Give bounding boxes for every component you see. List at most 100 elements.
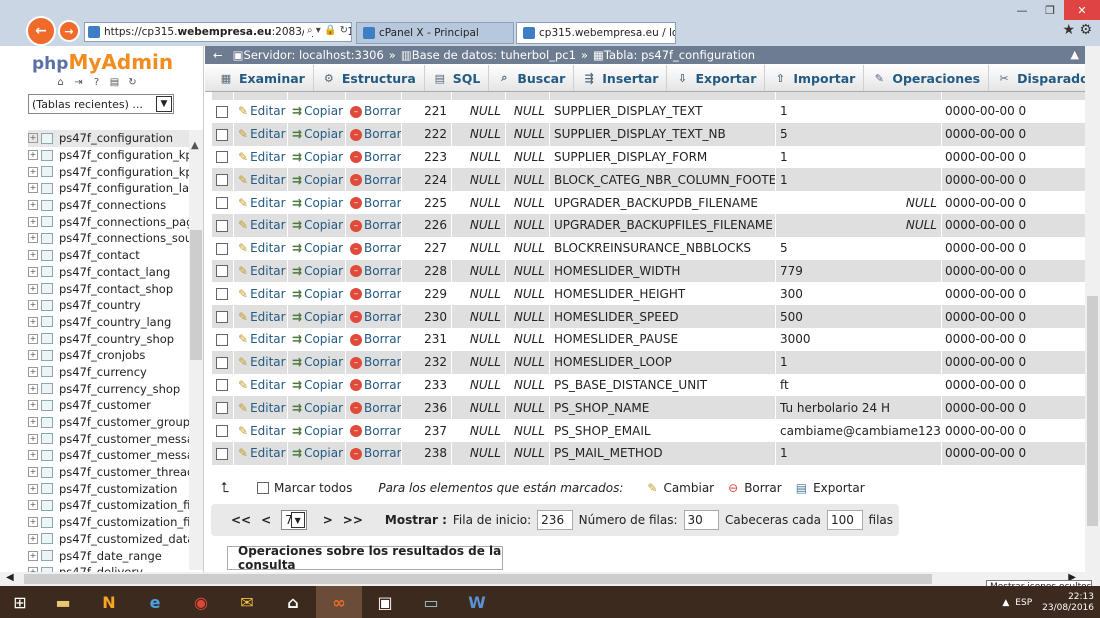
- screenshot-icon[interactable]: ▭: [408, 586, 454, 618]
- cell-date[interactable]: 0000-00-00 0: [941, 373, 1086, 397]
- close-window-button[interactable]: ✕: [1064, 0, 1100, 20]
- expand-icon[interactable]: +: [28, 450, 38, 461]
- cell-date[interactable]: 0000-00-00 0: [941, 213, 1086, 237]
- cell-id[interactable]: 236: [401, 396, 452, 420]
- row-checkbox[interactable]: [216, 402, 228, 415]
- cell-date[interactable]: 0000-00-00 0: [941, 191, 1086, 214]
- row-checkbox[interactable]: [216, 174, 228, 187]
- edit-link[interactable]: ✎ Editar: [233, 122, 288, 146]
- cell-id[interactable]: 226: [401, 213, 452, 237]
- scroll-up-icon[interactable]: ▲: [191, 140, 199, 151]
- cell-value[interactable]: 500: [775, 305, 942, 328]
- tab-phpmyadmin[interactable]: cp315.webempresa.eu / loc... ✕: [516, 22, 676, 44]
- cell-shop[interactable]: NULL: [505, 213, 550, 237]
- copy-link[interactable]: ⇉ Copiar: [287, 350, 346, 374]
- tab-structure[interactable]: ⚙ Estructura: [314, 65, 425, 91]
- cell-name[interactable]: BLOCK_CATEG_NBR_COLUMN_FOOTER: [549, 168, 776, 192]
- page-select[interactable]: 7 ▼: [281, 510, 307, 530]
- sidebar-item-table[interactable]: + ps47f_cronjobs: [28, 347, 192, 364]
- sidebar-item-table[interactable]: + ps47f_connections_sourc: [28, 230, 192, 247]
- minimize-button[interactable]: —: [1008, 0, 1036, 20]
- copy-link[interactable]: ⇉ Copiar: [287, 419, 346, 442]
- row-checkbox[interactable]: [216, 128, 228, 141]
- cell-id[interactable]: 238: [401, 441, 452, 465]
- breadcrumb-database[interactable]: Base de datos: tuherbol_pc1: [412, 48, 576, 62]
- cell-shop[interactable]: NULL: [505, 282, 550, 306]
- cell-date[interactable]: 0000-00-00 0: [941, 327, 1086, 351]
- tab-sql[interactable]: ▤ SQL: [425, 65, 490, 91]
- start-row-input[interactable]: 236: [537, 510, 573, 530]
- edit-link[interactable]: ✎ Editar: [233, 305, 288, 328]
- cell-shop-group[interactable]: NULL: [451, 168, 506, 192]
- sidebar-item-table[interactable]: + ps47f_currency: [28, 364, 192, 381]
- expand-icon[interactable]: +: [28, 183, 38, 194]
- sidebar-item-table[interactable]: + ps47f_customer_message: [28, 430, 192, 447]
- delete-link[interactable]: – Borrar: [345, 259, 402, 283]
- bulk-change-button[interactable]: ✎ Cambiar: [647, 481, 714, 495]
- edit-link[interactable]: ✎ Editar: [233, 168, 288, 192]
- cell-shop[interactable]: NULL: [505, 145, 550, 169]
- row-checkbox[interactable]: [216, 265, 228, 278]
- cell-name[interactable]: PS_SHOP_EMAIL: [549, 419, 776, 442]
- headers-every-input[interactable]: 100: [827, 510, 863, 530]
- cell-id[interactable]: 224: [401, 168, 452, 192]
- cell-value[interactable]: NULL: [775, 213, 942, 237]
- row-checkbox[interactable]: [216, 447, 228, 460]
- cell-value[interactable]: Tu herbolario 24 H: [775, 396, 942, 420]
- row-checkbox[interactable]: [216, 105, 228, 118]
- cell-id[interactable]: 225: [401, 191, 452, 214]
- expand-icon[interactable]: +: [28, 150, 38, 161]
- delete-link[interactable]: – Borrar: [345, 396, 402, 420]
- row-checkbox[interactable]: [216, 288, 228, 301]
- cell-shop-group[interactable]: NULL: [451, 373, 506, 397]
- cell-shop[interactable]: NULL: [505, 122, 550, 146]
- cell-name[interactable]: BLOCKREINSURANCE_NBBLOCKS: [549, 236, 776, 260]
- copy-link[interactable]: ⇉ Copiar: [287, 259, 346, 283]
- tab-import[interactable]: ⇧ Importar: [765, 65, 865, 91]
- scroll-left-icon[interactable]: ◀: [6, 572, 14, 583]
- cell-shop[interactable]: NULL: [505, 419, 550, 442]
- sidebar-item-table[interactable]: + ps47f_country: [28, 297, 192, 314]
- cell-shop[interactable]: NULL: [505, 191, 550, 214]
- expand-icon[interactable]: +: [28, 233, 38, 244]
- edit-link[interactable]: ✎ Editar: [233, 441, 288, 465]
- file-explorer-icon[interactable]: ▬: [40, 586, 86, 618]
- next-page-button[interactable]: >: [323, 513, 333, 527]
- expand-icon[interactable]: +: [28, 500, 38, 511]
- edit-link[interactable]: ✎ Editar: [233, 191, 288, 214]
- cell-value[interactable]: 1: [775, 145, 942, 169]
- sidebar-item-table[interactable]: + ps47f_contact_lang: [28, 264, 192, 281]
- help-icon[interactable]: ?: [90, 76, 103, 89]
- cell-id[interactable]: 228: [401, 259, 452, 283]
- sidebar-item-table[interactable]: + ps47f_configuration: [28, 130, 192, 147]
- expand-icon[interactable]: +: [28, 200, 38, 211]
- cell-date[interactable]: 0000-00-00 0: [941, 100, 1086, 123]
- tab-triggers[interactable]: ✂Disparadores: [989, 65, 1100, 91]
- cell-shop-group[interactable]: NULL: [451, 100, 506, 123]
- tab-export[interactable]: ⇩ Exportar: [667, 65, 766, 91]
- internet-explorer-icon[interactable]: e: [132, 586, 178, 618]
- sidebar-item-table[interactable]: + ps47f_country_lang: [28, 314, 192, 331]
- expand-icon[interactable]: +: [28, 550, 38, 561]
- row-checkbox[interactable]: [216, 197, 228, 210]
- tab-insert[interactable]: ⇶ Insertar: [574, 65, 668, 91]
- expand-icon[interactable]: +: [28, 250, 38, 261]
- cell-value[interactable]: 1: [775, 168, 942, 192]
- delete-link[interactable]: – Borrar: [345, 213, 402, 237]
- bulk-export-button[interactable]: ▤ Exportar: [796, 481, 865, 495]
- tab-search[interactable]: ⌕ Buscar: [489, 65, 575, 91]
- cell-shop-group[interactable]: NULL: [451, 419, 506, 442]
- cell-shop-group[interactable]: NULL: [451, 441, 506, 465]
- phpmyadmin-logo[interactable]: phpMyAdmin: [32, 50, 173, 74]
- check-all-label[interactable]: Marcar todos: [274, 481, 352, 495]
- cell-date[interactable]: 0000-00-00 0: [941, 282, 1086, 306]
- sidebar-item-table[interactable]: + ps47f_configuration_kpi: [28, 147, 192, 164]
- cell-value[interactable]: 300: [775, 282, 942, 306]
- row-checkbox[interactable]: [216, 379, 228, 392]
- copy-link[interactable]: ⇉ Copiar: [287, 122, 346, 146]
- row-checkbox[interactable]: [216, 242, 228, 255]
- tab-cpanel[interactable]: cPanel X - Principal: [356, 22, 514, 44]
- expand-icon[interactable]: +: [28, 366, 38, 377]
- sidebar-item-table[interactable]: + ps47f_connections_page: [28, 213, 192, 230]
- sidebar-item-table[interactable]: + ps47f_customer_message: [28, 447, 192, 464]
